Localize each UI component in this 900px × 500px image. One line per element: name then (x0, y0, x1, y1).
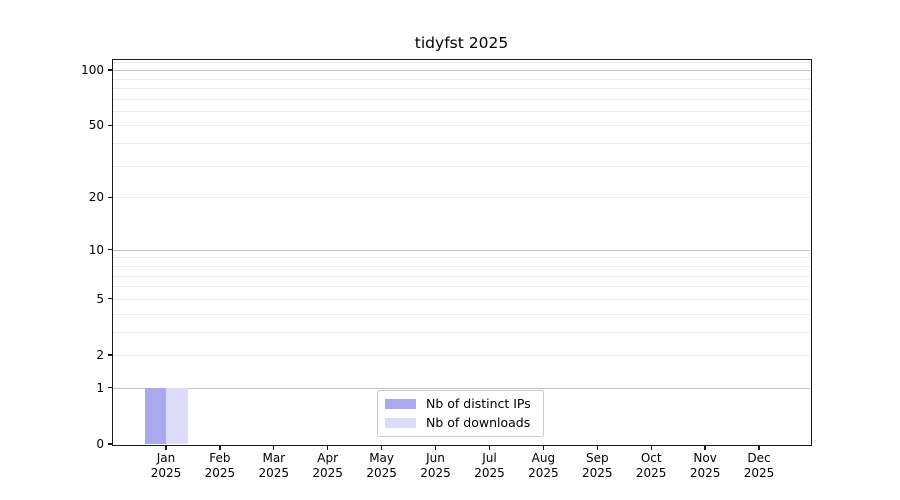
minor-gridline-3 (113, 331, 810, 333)
minor-gridline-8 (113, 266, 810, 267)
y-tick-mark-50 (108, 124, 113, 127)
x-tick-mark-feb (219, 445, 221, 450)
minor-gridline-80 (113, 87, 810, 89)
minor-gridline-30 (113, 165, 810, 167)
x-tick-mark-jul (488, 445, 491, 450)
minor-gridline-5 (113, 298, 810, 300)
y-tick-mark-0 (108, 443, 113, 445)
minor-gridline-6 (113, 286, 810, 288)
x-tick-mark-jun (434, 445, 437, 450)
minor-gridline-9 (113, 257, 810, 259)
y-tick-label-5: 5 (96, 291, 104, 306)
x-tick-month: Dec (747, 451, 771, 465)
minor-gridline-40 (113, 143, 810, 145)
x-tick-label-dec: Dec 2025 (724, 451, 794, 480)
y-tick-mark-20 (108, 196, 113, 198)
minor-gridline-90 (113, 78, 810, 80)
y-tick-label-100: 100 (81, 63, 104, 77)
x-tick-mark-nov (704, 445, 706, 450)
y-tick-mark-10 (108, 249, 113, 251)
minor-gridline-4 (113, 313, 810, 315)
y-tick-label-0: 0 (96, 437, 104, 451)
y-tick-mark-100 (108, 69, 113, 71)
y-tick-label-20: 20 (88, 190, 104, 205)
x-tick-mark-jan (165, 445, 167, 450)
chart-figure: tidyfst 2025 Nb of distinct IPs Nb of do… (0, 0, 900, 500)
major-gridline-100 (113, 70, 810, 71)
y-tick-label-2: 2 (96, 348, 104, 362)
minor-gridline-2 (113, 355, 810, 356)
major-gridline-10 (113, 249, 810, 251)
x-tick-mark-apr (327, 445, 329, 450)
y-tick-label-10: 10 (88, 242, 104, 257)
major-gridline-1 (113, 387, 810, 389)
legend-item-downloads: Nb of downloads (385, 416, 543, 430)
legend-swatch-downloads (385, 418, 416, 429)
x-tick-mark-mar (273, 445, 275, 450)
legend: Nb of distinct IPs Nb of downloads (377, 390, 544, 437)
y-tick-label-50: 50 (88, 118, 104, 133)
legend-label-downloads: Nb of downloads (426, 415, 531, 431)
x-tick-mark-oct (650, 445, 652, 450)
minor-gridline-20 (113, 197, 810, 199)
minor-gridline-70 (113, 98, 810, 100)
x-tick-mark-dec (758, 445, 760, 450)
y-tick-mark-5 (108, 298, 113, 300)
x-tick-mark-aug (542, 445, 544, 450)
legend-item-distinct-ips: Nb of distinct IPs (385, 395, 543, 411)
legend-swatch-distinct-ips (385, 398, 416, 409)
y-tick-mark-1 (108, 387, 113, 389)
bar-downloads-jan (166, 387, 188, 444)
legend-label-distinct-ips: Nb of distinct IPs (426, 395, 531, 411)
x-tick-mark-sep (596, 445, 598, 450)
x-tick-mark-may (381, 445, 383, 450)
chart-title: tidyfst 2025 (414, 34, 509, 52)
x-tick-year: 2025 (743, 465, 775, 480)
minor-gridline-50 (113, 125, 810, 127)
minor-gridline-110 (113, 62, 810, 64)
bar-distinct-ips-jan (144, 387, 166, 444)
y-tick-label-1: 1 (96, 380, 104, 395)
minor-gridline-60 (113, 110, 810, 112)
y-tick-mark-2 (108, 354, 113, 356)
minor-gridline-7 (113, 275, 810, 277)
